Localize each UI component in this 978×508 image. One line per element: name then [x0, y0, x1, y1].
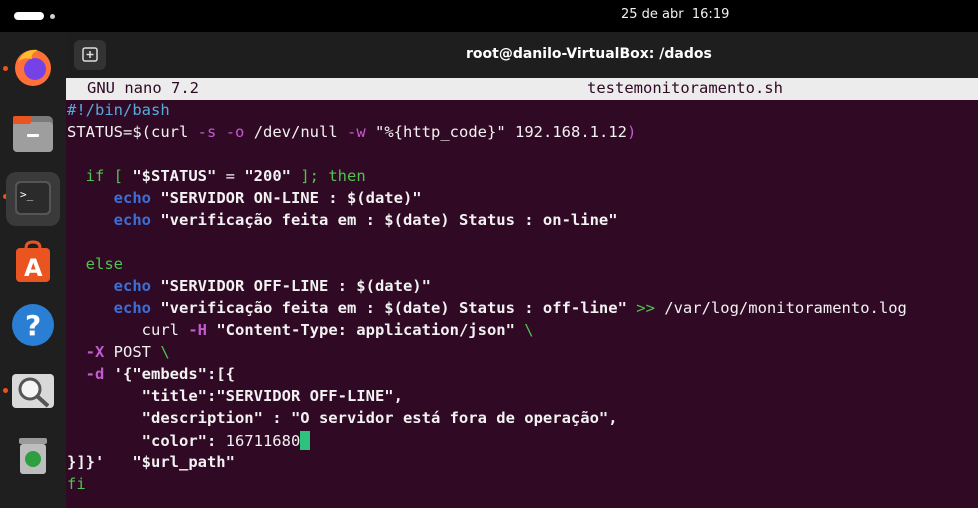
- code-line: fi: [67, 475, 86, 493]
- token: -X: [67, 343, 105, 361]
- code-line: echo "verificação feita em : $(date) Sta…: [67, 211, 618, 229]
- code-line: "description" : "O servidor está fora de…: [67, 409, 618, 427]
- nano-header: GNU nano 7.2 testemonitoramento.sh: [66, 78, 978, 100]
- token: "200": [244, 167, 291, 185]
- code-line: echo "SERVIDOR ON-LINE : $(date)": [67, 189, 422, 207]
- token: "Content-Type: application/json": [207, 321, 515, 339]
- shebang: #!/bin/bash: [67, 101, 170, 119]
- token: echo: [67, 277, 151, 295]
- code-line: }]}' "$url_path": [67, 453, 235, 471]
- token: POST: [104, 343, 161, 361]
- token: echo: [67, 299, 151, 317]
- text-cursor: [300, 431, 311, 450]
- app-center-icon[interactable]: A: [8, 238, 58, 288]
- clock-date: 25 de abr: [621, 7, 684, 22]
- svg-text:A: A: [24, 254, 43, 282]
- token: -w: [347, 123, 366, 141]
- token: else: [67, 255, 123, 273]
- token: }]}': [67, 453, 105, 471]
- help-icon[interactable]: ?: [8, 300, 58, 350]
- activities-indicator[interactable]: [14, 12, 44, 20]
- token: /dev/null: [244, 123, 348, 141]
- token: =: [216, 167, 245, 185]
- token: "$url_path": [104, 453, 235, 471]
- token: 192.168.1.12: [505, 123, 627, 141]
- files-icon[interactable]: [8, 108, 58, 158]
- token: STATUS=$(: [67, 123, 151, 141]
- token: if [: [67, 167, 133, 185]
- token: "%{http_code}": [365, 123, 506, 141]
- token: -H: [188, 321, 207, 339]
- code-line: else: [67, 255, 123, 273]
- workspace-dot: [50, 14, 55, 19]
- token: fi: [67, 475, 86, 493]
- svg-text:?: ?: [25, 309, 41, 342]
- code-line: STATUS=$(curl -s -o /dev/null -w "%{http…: [67, 123, 636, 141]
- token: "verificação feita em : $(date) Status :…: [151, 299, 627, 317]
- code-line: echo "verificação feita em : $(date) Sta…: [67, 299, 907, 317]
- new-tab-button[interactable]: [74, 40, 106, 70]
- nano-version: GNU nano 7.2: [87, 79, 199, 97]
- token: "verificação feita em : $(date) Status :…: [151, 211, 618, 229]
- token: '{"embeds":[{: [104, 365, 235, 383]
- code-line: if [ "$STATUS" = "200" ]; then: [67, 167, 366, 185]
- top-bar: 25 de abr 16:19: [0, 0, 978, 32]
- image-viewer-icon[interactable]: [8, 366, 58, 416]
- clock[interactable]: 25 de abr 16:19: [621, 7, 729, 22]
- code-line: "color": 16711680: [67, 431, 311, 450]
- token: -d: [67, 365, 105, 383]
- code-line: -d '{"embeds":[{: [67, 365, 235, 383]
- svg-text:>_: >_: [20, 188, 34, 201]
- code-line: echo "SERVIDOR OFF-LINE : $(date)": [67, 277, 431, 295]
- token: "color":: [67, 432, 226, 450]
- clock-time: 16:19: [691, 7, 730, 22]
- code-line: "title":"SERVIDOR OFF-LINE",: [67, 387, 403, 405]
- terminal-window[interactable]: root@danilo-VirtualBox: /dados GNU nano …: [66, 32, 978, 508]
- new-tab-icon: [82, 47, 98, 62]
- trash-icon[interactable]: [8, 430, 58, 480]
- firefox-icon[interactable]: [8, 42, 58, 92]
- token: -o: [225, 123, 245, 141]
- code-line: curl -H "Content-Type: application/json"…: [67, 321, 534, 339]
- title-bar: root@danilo-VirtualBox: /dados: [66, 32, 978, 78]
- token: >>: [626, 299, 655, 317]
- token: "$STATUS": [132, 167, 217, 185]
- token: echo: [67, 211, 151, 229]
- dock: >_ A ?: [0, 32, 66, 508]
- terminal-icon[interactable]: >_: [6, 172, 60, 226]
- token: \: [514, 321, 534, 339]
- token: echo: [67, 189, 151, 207]
- token: curl: [151, 123, 198, 141]
- token: ): [627, 123, 637, 141]
- token: "SERVIDOR ON-LINE : $(date)": [151, 189, 422, 207]
- token: "SERVIDOR OFF-LINE : $(date)": [151, 277, 431, 295]
- token: curl: [67, 321, 189, 339]
- token: \: [160, 343, 170, 361]
- token: /var/log/monitoramento.log: [654, 299, 907, 317]
- token: 16711680: [225, 432, 301, 450]
- nano-filename: testemonitoramento.sh: [587, 79, 783, 97]
- window-title: root@danilo-VirtualBox: /dados: [466, 46, 712, 62]
- code-line: #!/bin/bash: [67, 101, 170, 119]
- code-line: -X POST \: [67, 343, 170, 361]
- token: ]; then: [291, 167, 366, 185]
- token: -s: [197, 123, 217, 141]
